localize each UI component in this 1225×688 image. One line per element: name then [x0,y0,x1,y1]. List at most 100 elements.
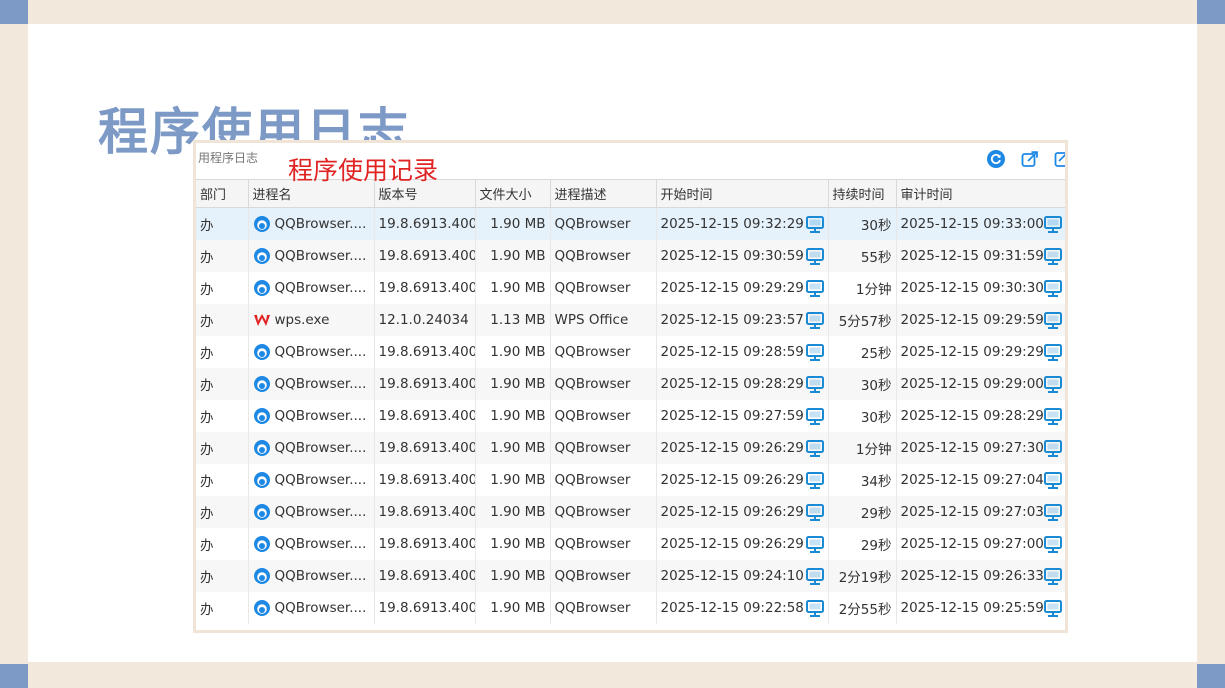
cell-process: QQBrowser.... [248,592,375,624]
column-header-description[interactable]: 进程描述 [550,179,657,208]
cell-description: QQBrowser [550,496,657,528]
cell-process: QQBrowser.... [248,400,375,432]
cell-dept: 办 [196,207,249,240]
table-row[interactable]: 办 QQBrowser.... 19.8.6913.400 1.90 MB QQBrow… [196,592,1065,624]
monitor-icon[interactable] [1043,535,1062,553]
cell-size: 1.90 MB [475,368,551,400]
cell-version: 19.8.6913.400 [374,592,476,624]
qqbrowser-icon [253,247,271,265]
slide-corner-bottom-right [1197,664,1225,688]
monitor-icon[interactable] [1043,343,1062,361]
monitor-icon[interactable] [805,471,824,489]
cell-version: 19.8.6913.400 [374,272,476,304]
table-row[interactable]: 办 QQBrowser.... 19.8.6913.400 1.90 MB QQBrow… [196,496,1065,528]
column-header-duration[interactable]: 持续时间 [828,179,897,208]
process-name: QQBrowser.... [274,504,367,520]
cell-audit-time: 2025-12-15 09:29:29 [896,336,1065,368]
cell-version: 19.8.6913.400 [374,368,476,400]
cell-start-time: 2025-12-15 09:28:59 [656,336,829,368]
process-name: wps.exe [274,312,330,328]
table-row[interactable]: 办 QQBrowser.... 19.8.6913.400 1.90 MB QQBrow… [196,432,1065,464]
slide-corner-top-left [0,0,28,24]
process-name: QQBrowser.... [274,376,367,392]
cell-start-time: 2025-12-15 09:32:29 [656,207,829,240]
process-name: QQBrowser.... [274,408,367,424]
cell-version: 19.8.6913.400 [374,432,476,464]
table-row[interactable]: 办 QQBrowser.... 19.8.6913.400 1.90 MB QQBrow… [196,560,1065,592]
cell-duration: 2分55秒 [828,592,897,624]
table-row[interactable]: 办 QQBrowser.... 19.8.6913.400 1.90 MB QQBrow… [196,400,1065,432]
monitor-icon[interactable] [805,407,824,425]
program-log-table: 部门 进程名 版本号 文件大小 进程描述 开始时间 持续时间 审计时间 办 QQB… [196,179,1065,624]
monitor-icon[interactable] [805,247,824,265]
monitor-icon[interactable] [1043,567,1062,585]
process-name: QQBrowser.... [274,216,367,232]
cell-start-time: 2025-12-15 09:26:29 [656,432,829,464]
monitor-icon[interactable] [1043,599,1062,617]
cell-start-time: 2025-12-15 09:26:29 [656,464,829,496]
cell-audit-time: 2025-12-15 09:27:30 [896,432,1065,464]
monitor-icon[interactable] [1043,375,1062,393]
monitor-icon[interactable] [1043,311,1062,329]
cell-process: QQBrowser.... [248,560,375,592]
qqbrowser-icon [253,439,271,457]
cell-version: 12.1.0.24034 [374,304,476,336]
cell-audit-time: 2025-12-15 09:29:59 [896,304,1065,336]
monitor-icon[interactable] [805,375,824,393]
column-header-dept[interactable]: 部门 [196,179,249,208]
audit-time-text: 2025-12-15 09:28:29 [900,408,1044,424]
monitor-icon[interactable] [805,567,824,585]
cell-size: 1.90 MB [475,272,551,304]
column-header-audit-time[interactable]: 审计时间 [896,179,1065,208]
monitor-icon[interactable] [805,343,824,361]
cell-start-time: 2025-12-15 09:26:29 [656,528,829,560]
open-external-icon[interactable] [1054,150,1065,168]
column-header-size[interactable]: 文件大小 [475,179,551,208]
cell-audit-time: 2025-12-15 09:33:00 [896,207,1065,240]
cell-duration: 1分钟 [828,432,897,464]
monitor-icon[interactable] [1043,503,1062,521]
monitor-icon[interactable] [1043,279,1062,297]
table-row[interactable]: 办 QQBrowser.... 19.8.6913.400 1.90 MB QQBrow… [196,368,1065,400]
monitor-icon[interactable] [805,535,824,553]
log-panel: 用程序日志 部门 进程名 版本号 文件大小 进程描述 开始时间 持续时间 审计时… [196,143,1065,630]
audit-time-text: 2025-12-15 09:30:30 [900,280,1044,296]
table-row[interactable]: 办 QQBrowser.... 19.8.6913.400 1.90 MB QQBrow… [196,464,1065,496]
table-row[interactable]: 办 QQBrowser.... 19.8.6913.400 1.90 MB QQBrow… [196,528,1065,560]
monitor-icon[interactable] [1043,407,1062,425]
monitor-icon[interactable] [805,311,824,329]
cell-description: QQBrowser [550,592,657,624]
table-row[interactable]: 办 wps.exe 12.1.0.24034 1.13 MB WPS Office 202… [196,304,1065,336]
column-header-start-time[interactable]: 开始时间 [656,179,829,208]
table-row[interactable]: 办 QQBrowser.... 19.8.6913.400 1.90 MB QQBrow… [196,240,1065,272]
refresh-icon[interactable] [987,150,1005,168]
cell-start-time: 2025-12-15 09:29:29 [656,272,829,304]
cell-dept: 办 [196,496,249,528]
monitor-icon[interactable] [1043,215,1062,233]
table-row[interactable]: 办 QQBrowser.... 19.8.6913.400 1.90 MB QQBrow… [196,272,1065,304]
process-name: QQBrowser.... [274,536,367,552]
monitor-icon[interactable] [1043,439,1062,457]
monitor-icon[interactable] [1043,471,1062,489]
monitor-icon[interactable] [805,439,824,457]
monitor-icon[interactable] [1043,247,1062,265]
monitor-icon[interactable] [805,599,824,617]
cell-dept: 办 [196,400,249,432]
start-time-text: 2025-12-15 09:30:59 [660,248,804,264]
cell-description: QQBrowser [550,272,657,304]
monitor-icon[interactable] [805,503,824,521]
cell-dept: 办 [196,592,249,624]
audit-time-text: 2025-12-15 09:27:03 [900,504,1044,520]
audit-time-text: 2025-12-15 09:29:29 [900,344,1044,360]
qqbrowser-icon [253,567,271,585]
monitor-icon[interactable] [805,279,824,297]
cell-duration: 29秒 [828,528,897,560]
table-row[interactable]: 办 QQBrowser.... 19.8.6913.400 1.90 MB QQBrow… [196,336,1065,368]
monitor-icon[interactable] [805,215,824,233]
process-name: QQBrowser.... [274,568,367,584]
slide-corner-top-right [1197,0,1225,24]
qqbrowser-icon [253,279,271,297]
qqbrowser-icon [253,407,271,425]
export-icon[interactable] [1021,150,1039,168]
table-row[interactable]: 办 QQBrowser.... 19.8.6913.400 1.90 MB QQBrow… [196,207,1065,240]
